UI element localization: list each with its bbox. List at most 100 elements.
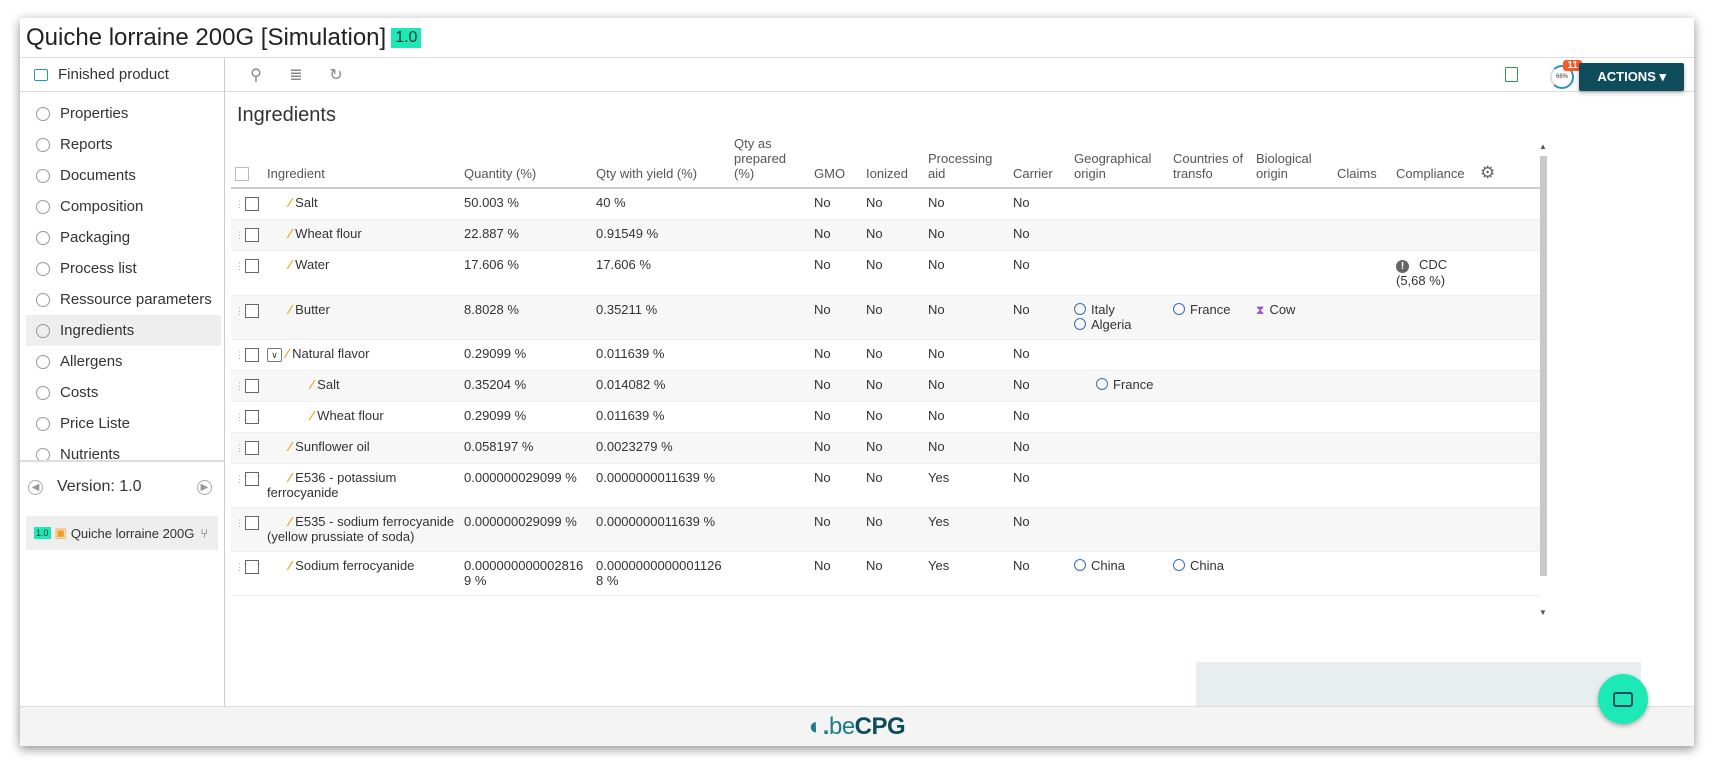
col-bio-origin[interactable]: Biological origin bbox=[1252, 132, 1333, 189]
collapse-chevron-icon[interactable]: ∨ bbox=[267, 348, 282, 362]
col-claims[interactable]: Claims bbox=[1333, 132, 1392, 189]
sidebar-item-properties[interactable]: Properties bbox=[20, 98, 224, 129]
ingredient-name[interactable]: Salt bbox=[317, 377, 339, 392]
ingredient-name[interactable]: E535 - sodium ferrocyanide (yellow pruss… bbox=[267, 514, 454, 544]
sidebar-item-ingredients[interactable]: Ingredients bbox=[26, 315, 221, 346]
ingredient-name[interactable]: Wheat flour bbox=[295, 226, 361, 241]
table-row[interactable]: ⋮ ∨ ⁄ Natural flavor 0.29099 % 0.011639 % … bbox=[231, 339, 1541, 371]
ingredient-name[interactable]: Sunflower oil bbox=[295, 439, 369, 454]
drag-handle-icon[interactable]: ⋮ bbox=[235, 306, 244, 316]
table-row[interactable]: ⋮ ⁄ E536 - potassium ferrocyanide 0.00000… bbox=[231, 463, 1541, 508]
row-checkbox[interactable] bbox=[245, 196, 259, 211]
sidebar-item-process-list[interactable]: Process list bbox=[20, 253, 224, 284]
row-select-cell: ⋮ bbox=[231, 188, 263, 220]
countries-transfo-cell bbox=[1169, 507, 1252, 552]
row-checkbox[interactable] bbox=[245, 409, 259, 424]
drag-handle-icon[interactable]: ⋮ bbox=[235, 350, 244, 360]
ingredient-name[interactable]: Water bbox=[295, 257, 329, 272]
table-row[interactable]: ⋮ ⁄ Salt 0.35204 % 0.014082 % No No No No… bbox=[231, 370, 1541, 402]
sidebar-item-packaging[interactable]: Packaging bbox=[20, 222, 224, 253]
refresh-icon[interactable]: ↻ bbox=[327, 65, 345, 85]
branch-icon[interactable]: ⑂ bbox=[200, 526, 208, 541]
row-checkbox[interactable] bbox=[245, 378, 259, 393]
drag-handle-icon[interactable]: ⋮ bbox=[235, 230, 244, 240]
quantity-cell: 0.35204 % bbox=[460, 370, 592, 402]
sidebar-item-allergens[interactable]: Allergens bbox=[20, 346, 224, 377]
col-countries-transfo[interactable]: Countries of transfo bbox=[1169, 132, 1252, 189]
scrollbar-thumb[interactable] bbox=[1540, 156, 1547, 576]
sidebar-item-costs[interactable]: Costs bbox=[20, 377, 224, 408]
col-processing-aid[interactable]: Processing aid bbox=[924, 132, 1009, 189]
ingredient-name[interactable]: Sodium ferrocyanide bbox=[295, 558, 414, 573]
table-row[interactable]: ⋮ ⁄ Salt 50.003 % 40 % No No No No bbox=[231, 188, 1541, 220]
settings-gear-icon[interactable]: ⚙ bbox=[1480, 163, 1495, 182]
drag-handle-icon[interactable]: ⋮ bbox=[235, 562, 244, 572]
sidebar-item-nutrients[interactable]: Nutrients bbox=[20, 439, 224, 460]
transfo-country-value[interactable]: France bbox=[1190, 302, 1230, 317]
row-checkbox[interactable] bbox=[245, 347, 259, 362]
drag-handle-icon[interactable]: ⋮ bbox=[235, 381, 244, 391]
previous-version-icon[interactable]: ◀ bbox=[28, 479, 43, 495]
col-ingredient[interactable]: Ingredient bbox=[263, 132, 460, 189]
table-row[interactable]: ⋮ ⁄ E535 - sodium ferrocyanide (yellow pr… bbox=[231, 507, 1541, 552]
ingredient-name[interactable]: Butter bbox=[295, 302, 330, 317]
ingredient-name[interactable]: Wheat flour bbox=[317, 408, 383, 423]
sidebar-item-price-liste[interactable]: Price Liste bbox=[20, 408, 224, 439]
countries-transfo-cell bbox=[1169, 250, 1252, 296]
drag-handle-icon[interactable]: ⋮ bbox=[235, 261, 244, 271]
transfo-country-value[interactable]: China bbox=[1190, 558, 1224, 573]
chat-button[interactable] bbox=[1598, 674, 1648, 724]
row-checkbox[interactable] bbox=[245, 258, 259, 273]
row-checkbox[interactable] bbox=[245, 559, 259, 574]
geo-origin-value[interactable]: Algeria bbox=[1091, 317, 1131, 332]
scroll-up-icon[interactable]: ▲ bbox=[1539, 142, 1547, 151]
table-row[interactable]: ⋮ ⁄ Wheat flour 22.887 % 0.91549 % No No … bbox=[231, 219, 1541, 251]
row-checkbox[interactable] bbox=[245, 471, 259, 486]
actions-button[interactable]: ACTIONS ▾ bbox=[1579, 63, 1684, 91]
export-excel-icon[interactable] bbox=[1505, 67, 1518, 82]
sidebar-item-documents[interactable]: Documents bbox=[20, 160, 224, 191]
ingredient-name[interactable]: Natural flavor bbox=[292, 346, 369, 361]
table-row[interactable]: ⋮ ⁄ Butter 8.8028 % 0.35211 % No No No No… bbox=[231, 295, 1541, 340]
col-qty-prepared[interactable]: Qty as prepared (%) bbox=[730, 132, 810, 189]
drag-handle-icon[interactable]: ⋮ bbox=[235, 199, 244, 209]
ingredient-name[interactable]: Salt bbox=[295, 195, 317, 210]
drag-handle-icon[interactable]: ⋮ bbox=[235, 518, 244, 528]
col-geo-origin[interactable]: Geographical origin bbox=[1070, 132, 1169, 189]
table-row[interactable]: ⋮ ⁄ Wheat flour 0.29099 % 0.011639 % No N… bbox=[231, 401, 1541, 433]
bulk-edit-icon[interactable]: ≣ bbox=[287, 65, 305, 85]
compliance-label[interactable]: CDC bbox=[1419, 257, 1447, 272]
col-ionized[interactable]: Ionized bbox=[862, 132, 924, 189]
col-compliance[interactable]: Compliance bbox=[1392, 132, 1476, 189]
row-checkbox[interactable] bbox=[245, 515, 259, 530]
geo-origin-value[interactable]: Italy bbox=[1091, 302, 1115, 317]
table-scrollbar[interactable]: ▲ ▼ bbox=[1538, 142, 1548, 620]
drag-handle-icon[interactable]: ⋮ bbox=[235, 412, 244, 422]
col-carrier[interactable]: Carrier bbox=[1009, 132, 1070, 189]
col-gmo[interactable]: GMO bbox=[810, 132, 862, 189]
col-qty-yield[interactable]: Qty with yield (%) bbox=[592, 132, 730, 189]
geo-origin-value[interactable]: France bbox=[1113, 377, 1153, 392]
table-row[interactable]: ⋮ ⁄ Sodium ferrocyanide 0.000000000002816… bbox=[231, 551, 1541, 596]
sidebar-item-ressource-parameters[interactable]: Ressource parameters bbox=[20, 284, 224, 315]
sidebar-item-composition[interactable]: Composition bbox=[20, 191, 224, 222]
search-icon[interactable]: ⚲ bbox=[247, 65, 265, 85]
table-row[interactable]: ⋮ ⁄ Sunflower oil 0.058197 % 0.0023279 % … bbox=[231, 432, 1541, 464]
geo-origin-value[interactable]: China bbox=[1091, 558, 1125, 573]
bio-origin-value[interactable]: Cow bbox=[1269, 302, 1295, 317]
drag-handle-icon[interactable]: ⋮ bbox=[235, 474, 244, 484]
version-list-item[interactable]: 1.0 ▣ Quiche lorraine 200G ⑂ bbox=[26, 516, 218, 550]
scroll-down-icon[interactable]: ▼ bbox=[1539, 608, 1547, 617]
claims-cell bbox=[1333, 295, 1392, 340]
row-checkbox[interactable] bbox=[245, 440, 259, 455]
col-quantity[interactable]: Quantity (%) bbox=[460, 132, 592, 189]
carrier-cell: No bbox=[1009, 507, 1070, 552]
sidebar-header[interactable]: Finished product bbox=[20, 58, 224, 92]
select-all-checkbox[interactable] bbox=[235, 167, 249, 181]
table-row[interactable]: ⋮ ⁄Water 17.606 % 17.606 % No No No No bbox=[231, 250, 1541, 296]
row-checkbox[interactable] bbox=[245, 303, 259, 318]
row-checkbox[interactable] bbox=[245, 227, 259, 242]
next-version-icon[interactable]: ▶ bbox=[197, 479, 212, 495]
sidebar-item-reports[interactable]: Reports bbox=[20, 129, 224, 160]
drag-handle-icon[interactable]: ⋮ bbox=[235, 443, 244, 453]
